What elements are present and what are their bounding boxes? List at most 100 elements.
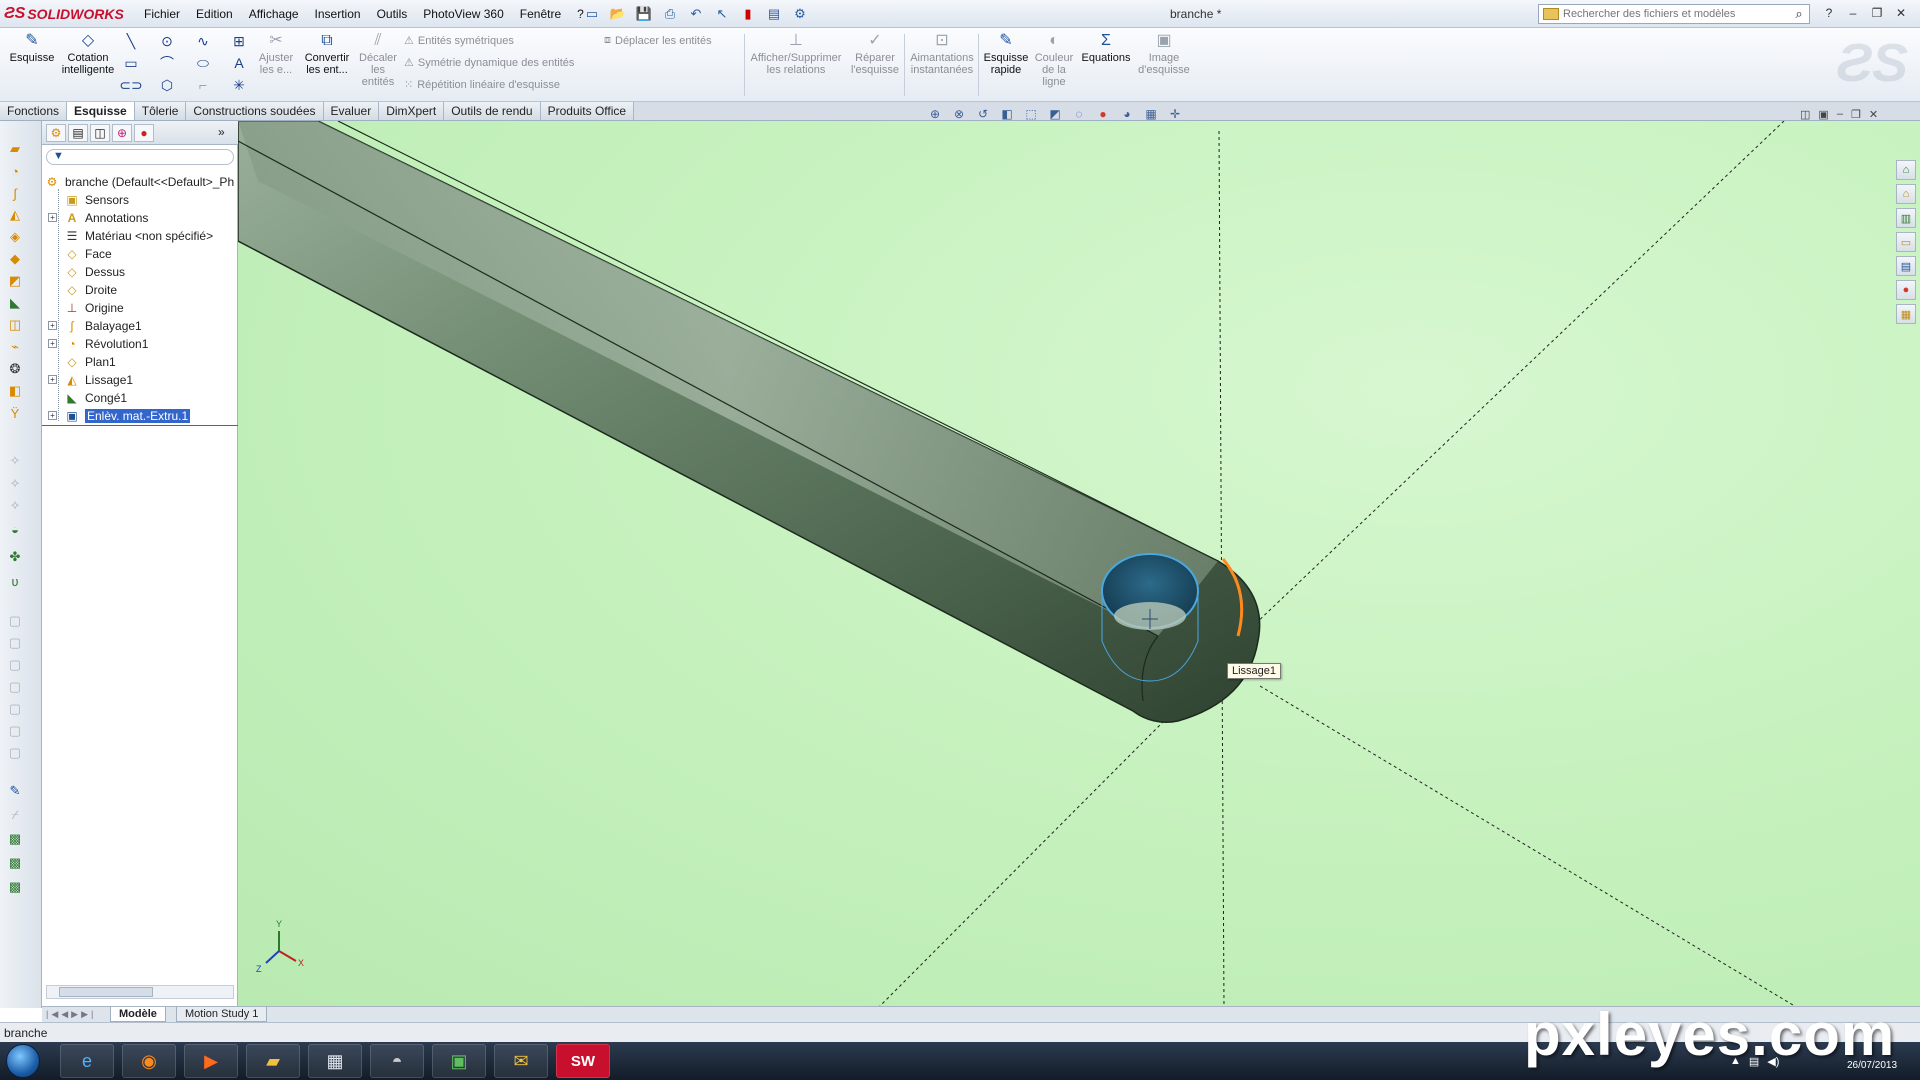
sketch-picture-button[interactable]: ▣ Image d'esquisse: [1136, 32, 1192, 77]
close-icon[interactable]: ✕: [1892, 4, 1910, 22]
section-view-icon[interactable]: ◧: [997, 106, 1017, 122]
restore-icon[interactable]: ❐: [1868, 4, 1886, 22]
open-folder-icon[interactable]: 📂: [608, 4, 628, 24]
split-view-icon[interactable]: ◫: [1800, 108, 1810, 121]
tab-navigation-icon[interactable]: |◀◀▶▶|: [46, 1009, 96, 1020]
chamfer-icon[interactable]: ◫: [4, 315, 26, 335]
line-icon[interactable]: ╲: [122, 32, 140, 50]
view-icon[interactable]: ▢: [4, 743, 26, 763]
menu-insertion[interactable]: Insertion: [307, 7, 369, 21]
file-explorer-icon[interactable]: ▭: [1896, 232, 1916, 252]
zoom-to-area-icon[interactable]: ⊗: [949, 106, 969, 122]
view-settings-icon[interactable]: ▦: [1141, 106, 1161, 122]
tree-item-cut-extrude1[interactable]: + ▣ Enlèv. mat.-Extru.1: [48, 407, 191, 425]
tree-item-droite[interactable]: ◇ Droite: [64, 281, 117, 299]
solidworks-logo[interactable]: ƧS SOLIDWORKS: [4, 3, 124, 25]
slot-icon[interactable]: ⊂⊃: [119, 76, 142, 94]
tree-item-face[interactable]: ◇ Face: [64, 245, 111, 263]
smart-dimension-button[interactable]: ◇ Cotation intelligente: [60, 32, 116, 77]
convert-entities-button[interactable]: ⧉ Convertir les ent...: [300, 32, 354, 77]
view-icon[interactable]: ▢: [4, 699, 26, 719]
tree-root[interactable]: ⚙ branche (Default<<Default>_Ph: [44, 173, 235, 191]
previous-view-icon[interactable]: ↺: [973, 106, 993, 122]
rectangle-icon[interactable]: ▭: [122, 54, 140, 72]
menu-fenetre[interactable]: Fenêtre: [512, 7, 569, 21]
curves-icon[interactable]: ⟡: [4, 473, 26, 493]
outlook-icon[interactable]: ✉: [494, 1044, 548, 1078]
offset-icon[interactable]: ▩: [4, 853, 26, 873]
search-icon[interactable]: ⌕: [1789, 6, 1809, 22]
internet-explorer-icon[interactable]: e: [60, 1044, 114, 1078]
configuration-manager-tab-icon[interactable]: ◫: [90, 124, 110, 142]
viewport-minimize-icon[interactable]: –: [1837, 108, 1843, 121]
display-style-icon[interactable]: ◩: [1045, 106, 1065, 122]
sketch-edit-icon[interactable]: ✎: [4, 781, 26, 801]
document-app-icon[interactable]: ▣: [432, 1044, 486, 1078]
mirror-entities-button[interactable]: ⚠ Entités symétriques: [404, 34, 514, 48]
view-icon[interactable]: ▢: [4, 677, 26, 697]
feature-manager-tab-icon[interactable]: ⚙: [46, 124, 66, 142]
tab-outils-de-rendu[interactable]: Outils de rendu: [444, 102, 541, 120]
rapid-sketch-button[interactable]: ✎ Esquisse rapide: [982, 32, 1030, 77]
expand-icon[interactable]: +: [48, 213, 57, 222]
tab-tolerie[interactable]: Tôlerie: [134, 102, 187, 120]
expand-icon[interactable]: +: [48, 375, 57, 384]
spline-icon[interactable]: ∿: [194, 32, 212, 50]
viewport-restore-icon[interactable]: ❐: [1851, 108, 1861, 121]
property-manager-tab-icon[interactable]: ▤: [68, 124, 88, 142]
tab-evaluer[interactable]: Evaluer: [323, 102, 380, 120]
convert-icon[interactable]: ▩: [4, 829, 26, 849]
tree-item-sensors[interactable]: ▣ Sensors: [64, 191, 129, 209]
tab-esquisse[interactable]: Esquisse: [67, 102, 135, 120]
circle-icon[interactable]: ⊙: [158, 32, 176, 50]
display-relations-button[interactable]: ⊥ Afficher/Supprimer les relations: [748, 32, 844, 77]
draft-icon[interactable]: ◧: [4, 381, 26, 401]
view-orientation-icon[interactable]: ⬚: [1021, 106, 1041, 122]
help-icon[interactable]: ?: [1820, 4, 1838, 22]
rotate-view-icon[interactable]: ✛: [1165, 106, 1185, 122]
cut-extrude-icon[interactable]: ◆: [4, 249, 26, 269]
part-top-face[interactable]: [238, 121, 1218, 636]
home-icon[interactable]: ⌂: [1896, 184, 1916, 204]
rollback-bar[interactable]: [42, 425, 238, 426]
view-icon[interactable]: ▢: [4, 655, 26, 675]
dimxpert-tab-icon[interactable]: ⊕: [112, 124, 132, 142]
menu-edition[interactable]: Edition: [188, 7, 241, 21]
expand-icon[interactable]: +: [48, 339, 57, 348]
tree-item-balayage1[interactable]: + ∫ Balayage1: [48, 317, 142, 335]
hide-show-icon[interactable]: ◌: [1069, 106, 1089, 122]
point-icon[interactable]: ✳: [230, 76, 248, 94]
cut-revolve-icon[interactable]: ◩: [4, 271, 26, 291]
edit-appearance-icon[interactable]: ●: [1093, 106, 1113, 122]
ellipse-icon[interactable]: ⬭: [194, 54, 212, 72]
scrollbar-thumb[interactable]: [59, 987, 153, 997]
rib-icon[interactable]: ⌁: [4, 337, 26, 357]
curve-icon[interactable]: ʋ: [4, 571, 26, 591]
dynamic-mirror-button[interactable]: ⚠ Symétrie dynamique des entités: [404, 56, 574, 70]
tree-item-origine[interactable]: ⊥ Origine: [64, 299, 124, 317]
apply-scene-icon[interactable]: ◕: [1117, 106, 1137, 122]
offset-entities-button[interactable]: ⫽ Décaler les entités: [356, 32, 400, 89]
tree-item-dessus[interactable]: ◇ Dessus: [64, 263, 125, 281]
tile-view-icon[interactable]: ▣: [1818, 108, 1828, 121]
polygon-icon[interactable]: ⬡: [158, 76, 176, 94]
tab-motion-study-1[interactable]: Motion Study 1: [176, 1007, 268, 1022]
minimize-icon[interactable]: –: [1844, 4, 1862, 22]
arc-icon[interactable]: ⌒: [158, 54, 176, 72]
tree-item-annotations[interactable]: + A Annotations: [48, 209, 148, 227]
tab-dimxpert[interactable]: DimXpert: [379, 102, 445, 120]
view-icon[interactable]: ▢: [4, 721, 26, 741]
tab-modele[interactable]: Modèle: [110, 1007, 166, 1022]
tree-item-plan1[interactable]: ◇ Plan1: [64, 353, 115, 371]
graphics-viewport[interactable]: Y X Z: [238, 121, 1920, 1008]
repair-sketch-button[interactable]: ✓ Réparer l'esquisse: [848, 32, 902, 77]
table-icon[interactable]: ▩: [4, 877, 26, 897]
rebuild-icon[interactable]: ▮: [738, 4, 758, 24]
view-icon[interactable]: ▢: [4, 633, 26, 653]
grid-snap-icon[interactable]: ⊞: [230, 32, 248, 50]
tree-filter[interactable]: ▼: [46, 149, 234, 165]
tab-produits-office[interactable]: Produits Office: [540, 102, 635, 120]
tree-item-lissage1[interactable]: + ◭ Lissage1: [48, 371, 133, 389]
expand-icon[interactable]: +: [48, 411, 57, 420]
start-button-icon[interactable]: [6, 1044, 40, 1078]
